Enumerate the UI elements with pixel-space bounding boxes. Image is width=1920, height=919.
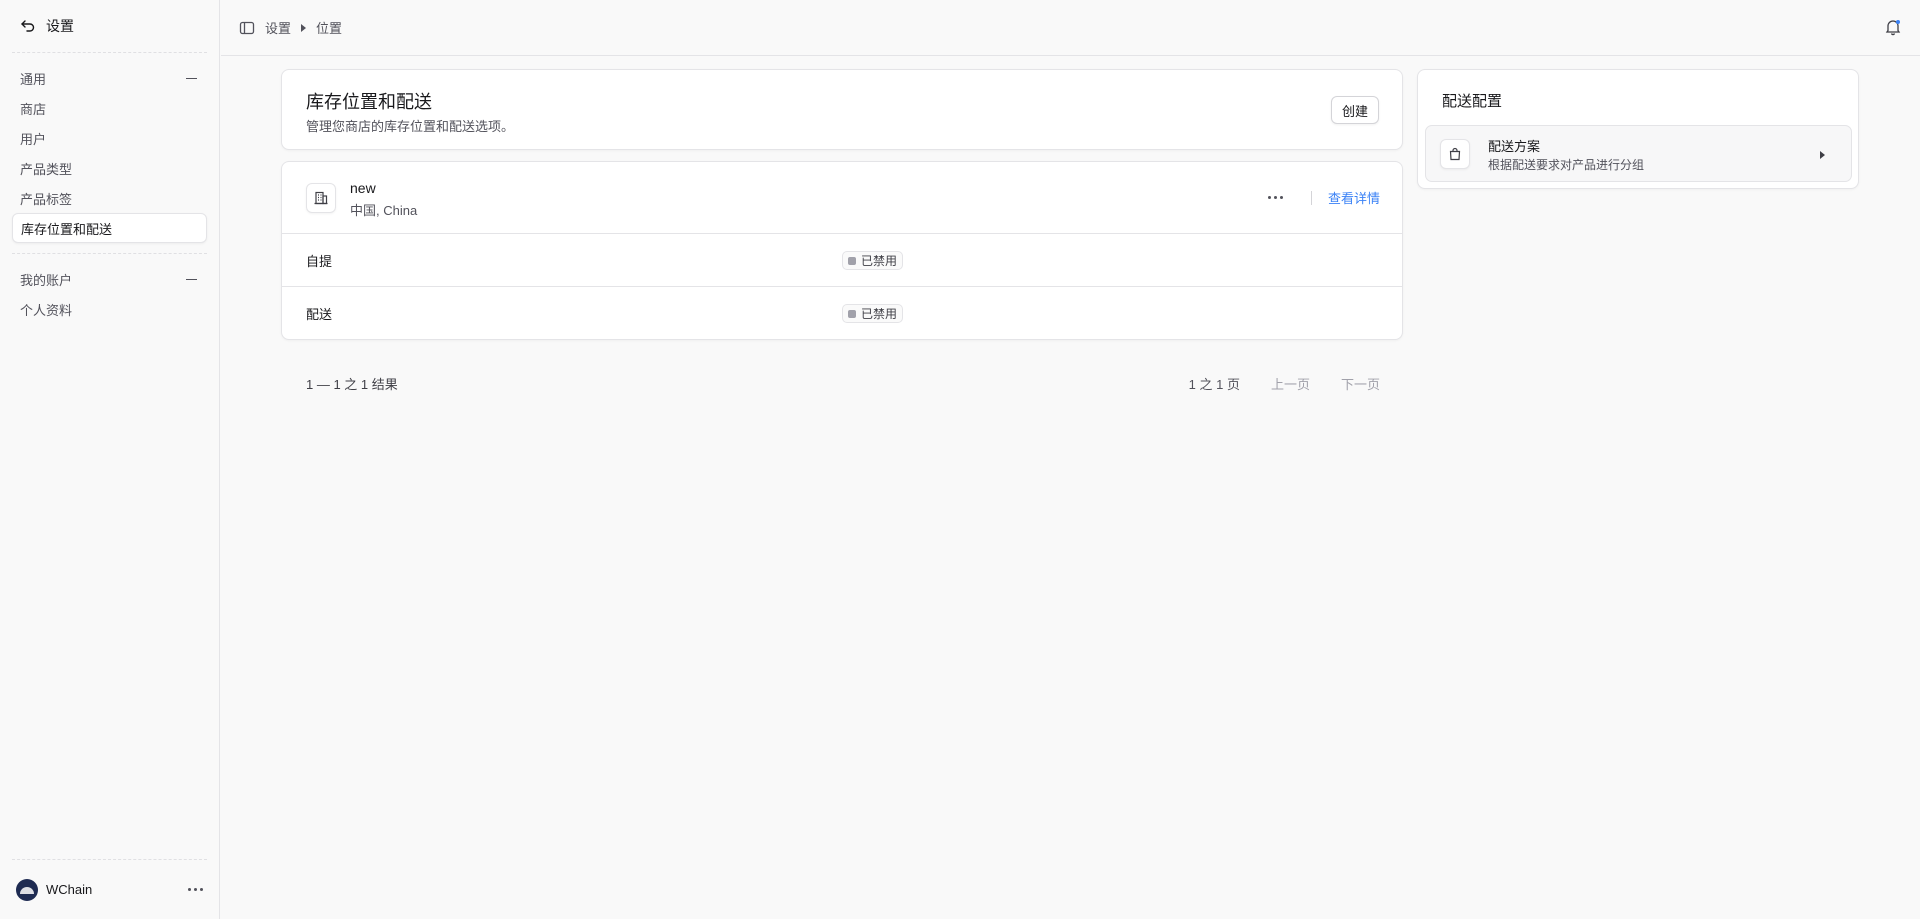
collapse-icon (186, 278, 197, 280)
sidebar-toggle-icon[interactable] (239, 20, 255, 36)
page-controls: 1 之 1 页 上一页 下一页 (1189, 374, 1380, 393)
location-row-pickup: 自提 已禁用 (282, 234, 1402, 287)
page-title: 库存位置和配送 (306, 92, 432, 112)
section-title-general: 通用 (20, 71, 47, 87)
page-subtitle: 管理您商店的库存位置和配送选项。 (306, 119, 515, 134)
prev-page-button[interactable]: 上一页 (1271, 374, 1310, 393)
sidebar: 设置 通用 商店 用户 产品类型 产品标签 库存位置和配送 我的账户 个人资料 … (0, 0, 220, 919)
locations-header-card: 库存位置和配送 管理您商店的库存位置和配送选项。 创建 (281, 69, 1403, 150)
sidebar-section-account: 我的账户 个人资料 (0, 254, 219, 334)
status-dot-icon (848, 256, 856, 265)
sidebar-item-product-tags[interactable]: 产品标签 (12, 183, 207, 213)
status-text: 已禁用 (861, 254, 898, 268)
shipping-config-title: 配送配置 (1442, 93, 1503, 110)
topbar: 设置 位置 (221, 0, 1920, 56)
breadcrumb-separator-icon (301, 23, 307, 32)
avatar (16, 878, 38, 901)
settings-back-button[interactable]: 设置 (0, 0, 219, 52)
sidebar-item-profile[interactable]: 个人资料 (12, 294, 207, 324)
location-name: new (350, 180, 376, 196)
location-actions: 查看详情 (1267, 188, 1380, 207)
user-name: WChain (46, 882, 93, 897)
row-label: 配送 (306, 307, 333, 322)
more-icon[interactable] (188, 888, 203, 891)
location-card: new 中国, China 查看详情 自提 已禁用 配送 已禁用 (281, 161, 1403, 340)
notification-bell-icon[interactable] (1884, 18, 1902, 36)
plan-subtitle: 根据配送要求对产品进行分组 (1488, 158, 1645, 172)
plan-title: 配送方案 (1488, 139, 1541, 154)
user-menu[interactable]: WChain (12, 859, 207, 919)
result-count: 1 — 1 之 1 结果 (306, 377, 398, 392)
pagination: 1 — 1 之 1 结果 1 之 1 页 上一页 下一页 (306, 374, 1380, 394)
status-text: 已禁用 (861, 307, 898, 321)
status-dot-icon (848, 309, 856, 318)
create-button[interactable]: 创建 (1330, 96, 1379, 124)
sidebar-item-product-types[interactable]: 产品类型 (12, 153, 207, 183)
location-row-delivery: 配送 已禁用 (282, 287, 1402, 340)
sidebar-item-locations[interactable]: 库存位置和配送 (12, 213, 207, 243)
breadcrumb-locations: 位置 (316, 21, 343, 36)
building-icon (306, 183, 336, 213)
sidebar-item-store[interactable]: 商店 (12, 93, 207, 123)
more-actions-icon[interactable] (1267, 196, 1283, 199)
breadcrumb: 设置 位置 (239, 18, 342, 37)
sidebar-item-users[interactable]: 用户 (12, 123, 207, 153)
next-page-button[interactable]: 下一页 (1341, 374, 1380, 393)
chevron-right-icon (1820, 151, 1825, 159)
location-address: 中国, China (350, 203, 418, 218)
section-title-account: 我的账户 (20, 272, 73, 288)
section-toggle-account[interactable]: 我的账户 (12, 264, 207, 294)
location-header: new 中国, China 查看详情 (282, 162, 1402, 234)
section-toggle-general[interactable]: 通用 (12, 63, 207, 93)
status-badge: 已禁用 (842, 251, 904, 270)
shopping-bag-icon (1440, 139, 1470, 169)
shipping-profiles-link[interactable]: 配送方案 根据配送要求对产品进行分组 (1425, 125, 1852, 182)
status-badge: 已禁用 (842, 304, 904, 323)
collapse-icon (186, 77, 197, 79)
actions-divider (1310, 190, 1312, 205)
sidebar-section-general: 通用 商店 用户 产品类型 产品标签 库存位置和配送 (0, 53, 219, 253)
settings-title: 设置 (46, 18, 74, 34)
breadcrumb-settings[interactable]: 设置 (265, 18, 291, 37)
row-label: 自提 (306, 254, 333, 269)
page-indicator: 1 之 1 页 (1188, 377, 1240, 392)
view-details-link[interactable]: 查看详情 (1328, 188, 1380, 207)
back-arrow-icon (21, 20, 35, 32)
shipping-config-card: 配送配置 配送方案 根据配送要求对产品进行分组 (1417, 69, 1859, 189)
